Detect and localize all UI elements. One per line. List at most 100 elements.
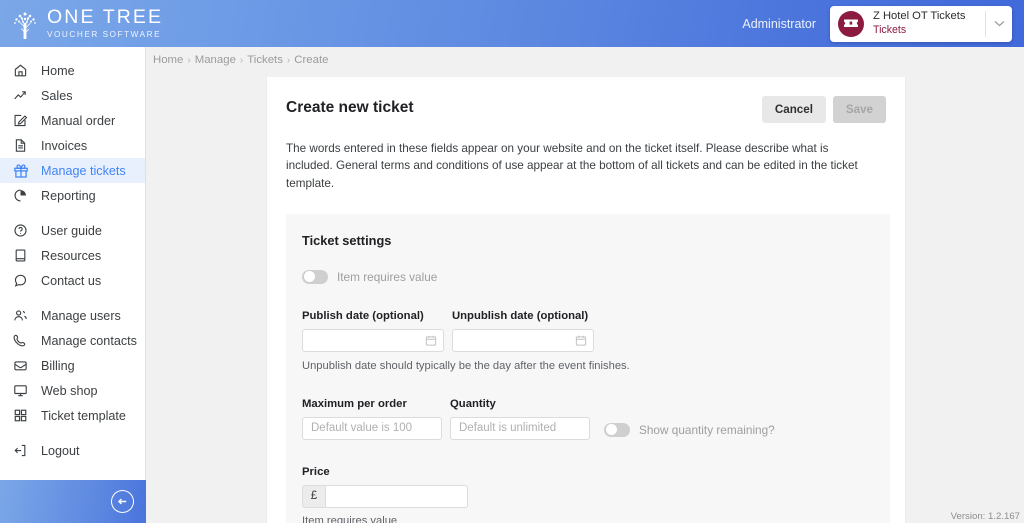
sidebar-item-label: Invoices [41, 138, 88, 153]
document-icon [11, 136, 30, 155]
date-helper-text: Unpublish date should typically be the d… [302, 359, 630, 372]
item-requires-value-toggle[interactable] [302, 269, 328, 284]
arrow-left-circle-icon[interactable] [111, 490, 134, 513]
sidebar-item-label: Home [41, 63, 75, 78]
trending-up-icon [11, 86, 30, 105]
max-per-order-input[interactable] [302, 416, 442, 440]
gift-icon [11, 161, 30, 180]
sidebar-item-billing[interactable]: Billing [0, 353, 145, 378]
sidebar-item-label: Manual order [41, 113, 116, 128]
sidebar-item-label: User guide [41, 223, 102, 238]
phone-icon [11, 331, 30, 350]
sidebar-item-label: Manage contacts [41, 333, 137, 348]
chat-bubble-icon [11, 271, 30, 290]
toggle-knob [605, 424, 617, 436]
sidebar-item-label: Sales [41, 88, 73, 103]
show-quantity-remaining-toggle[interactable] [604, 422, 630, 437]
unpublish-date-field-group: Unpublish date (optional) [452, 310, 594, 352]
price-row: Price £ Item requires value [302, 466, 873, 523]
ticket-settings-panel: Ticket settings Item requires value Publ… [286, 213, 890, 523]
save-button[interactable]: Save [832, 96, 886, 123]
sidebar-item-resources[interactable]: Resources [0, 243, 145, 268]
ticket-settings-title: Ticket settings [302, 232, 392, 248]
sidebar-item-manage-users[interactable]: Manage users [0, 303, 145, 328]
sidebar-item-label: Contact us [41, 273, 102, 288]
quantity-label: Quantity [450, 397, 496, 410]
unpublish-date-wrapper [452, 328, 594, 352]
tree-icon [10, 7, 40, 41]
sidebar-item-label: Logout [41, 443, 80, 458]
sidebar-item-logout[interactable]: Logout [0, 438, 145, 463]
price-label: Price [302, 465, 330, 478]
sidebar-item-label: Resources [41, 248, 102, 263]
quantity-input[interactable] [450, 416, 590, 440]
sidebar-item-label: Ticket template [41, 408, 126, 423]
currency-symbol: £ [302, 484, 325, 508]
sidebar-item-manage-tickets[interactable]: Manage tickets [0, 158, 145, 183]
brand-logo[interactable]: ONE TREE VOUCHER SOFTWARE [0, 7, 163, 41]
sidebar-item-reporting[interactable]: Reporting [0, 183, 145, 208]
price-field-group: Price £ Item requires value [302, 466, 468, 523]
inbox-icon [11, 356, 30, 375]
application-window: ONE TREE VOUCHER SOFTWARE Administrator … [0, 0, 1024, 523]
ticket-icon [838, 10, 864, 37]
version-label: Version: 1.2.167 [950, 511, 1020, 522]
date-fields-row: Publish date (optional) Unpublish date (… [302, 310, 873, 352]
grid-icon [11, 406, 30, 425]
sidebar-item-sales[interactable]: Sales [0, 83, 145, 108]
account-name: Z Hotel OT Tickets [873, 10, 966, 23]
breadcrumb: Home › Manage › Tickets › Create [146, 47, 1024, 73]
help-circle-icon [11, 221, 30, 240]
page-title: Create new ticket [286, 99, 414, 116]
sidebar-item-label: Billing [41, 358, 75, 373]
publish-date-label: Publish date (optional) [302, 309, 424, 322]
show-quantity-remaining-label: Show quantity remaining? [639, 422, 775, 437]
sidebar-item-web-shop[interactable]: Web shop [0, 378, 145, 403]
card-action-buttons: Cancel Save [761, 96, 886, 123]
breadcrumb-item-create: Create [294, 54, 329, 66]
price-input[interactable] [325, 484, 468, 508]
card-header: Create new ticket Cancel Save [267, 77, 905, 123]
account-subtitle: Tickets [873, 23, 907, 36]
sidebar-nav-list: Home Sales Manual order Invoices Manage … [0, 47, 145, 463]
breadcrumb-separator: › [286, 54, 291, 66]
sidebar-item-manage-contacts[interactable]: Manage contacts [0, 328, 145, 353]
item-requires-value-row: Item requires value [302, 269, 873, 284]
card-description: The words entered in these fields appear… [286, 142, 858, 190]
sidebar-item-ticket-template[interactable]: Ticket template [0, 403, 145, 428]
price-helper-text: Item requires value [302, 514, 398, 523]
toggle-knob [303, 271, 315, 283]
top-header-bar: ONE TREE VOUCHER SOFTWARE Administrator … [0, 0, 1024, 47]
sidebar-item-home[interactable]: Home [0, 58, 145, 83]
chevron-down-icon[interactable] [986, 20, 1012, 27]
account-switcher[interactable]: Z Hotel OT Tickets Tickets [830, 5, 1012, 42]
quantity-field-group: Quantity [450, 398, 590, 440]
breadcrumb-item-home[interactable]: Home [153, 54, 183, 66]
breadcrumb-item-tickets[interactable]: Tickets [247, 54, 283, 66]
sidebar-footer [0, 480, 146, 523]
max-per-order-field-group: Maximum per order [302, 398, 442, 440]
sidebar-divider [0, 293, 145, 303]
sidebar-item-user-guide[interactable]: User guide [0, 218, 145, 243]
sidebar-item-contact-us[interactable]: Contact us [0, 268, 145, 293]
unpublish-date-label: Unpublish date (optional) [452, 309, 589, 322]
sidebar-item-label: Manage users [41, 308, 121, 323]
sidebar-item-manual-order[interactable]: Manual order [0, 108, 145, 133]
show-quantity-remaining-row: Show quantity remaining? [604, 422, 775, 440]
publish-date-input[interactable] [302, 328, 444, 352]
brand-title: ONE TREE [47, 6, 164, 29]
unpublish-date-input[interactable] [452, 328, 594, 352]
sidebar-item-invoices[interactable]: Invoices [0, 133, 145, 158]
publish-date-field-group: Publish date (optional) [302, 310, 444, 352]
breadcrumb-separator: › [187, 54, 191, 66]
quantity-fields-row: Maximum per order Quantity Show quantity… [302, 398, 873, 440]
price-input-wrapper: £ [302, 484, 468, 508]
breadcrumb-item-manage[interactable]: Manage [195, 54, 236, 66]
item-requires-value-label: Item requires value [337, 269, 438, 284]
logout-icon [11, 441, 30, 460]
main-content-area: Home › Manage › Tickets › Create Create … [146, 47, 1024, 523]
sidebar-item-label: Manage tickets [41, 163, 126, 178]
max-per-order-label: Maximum per order [302, 397, 407, 410]
sidebar-navigation: Home Sales Manual order Invoices Manage … [0, 47, 146, 523]
cancel-button[interactable]: Cancel [761, 96, 826, 123]
